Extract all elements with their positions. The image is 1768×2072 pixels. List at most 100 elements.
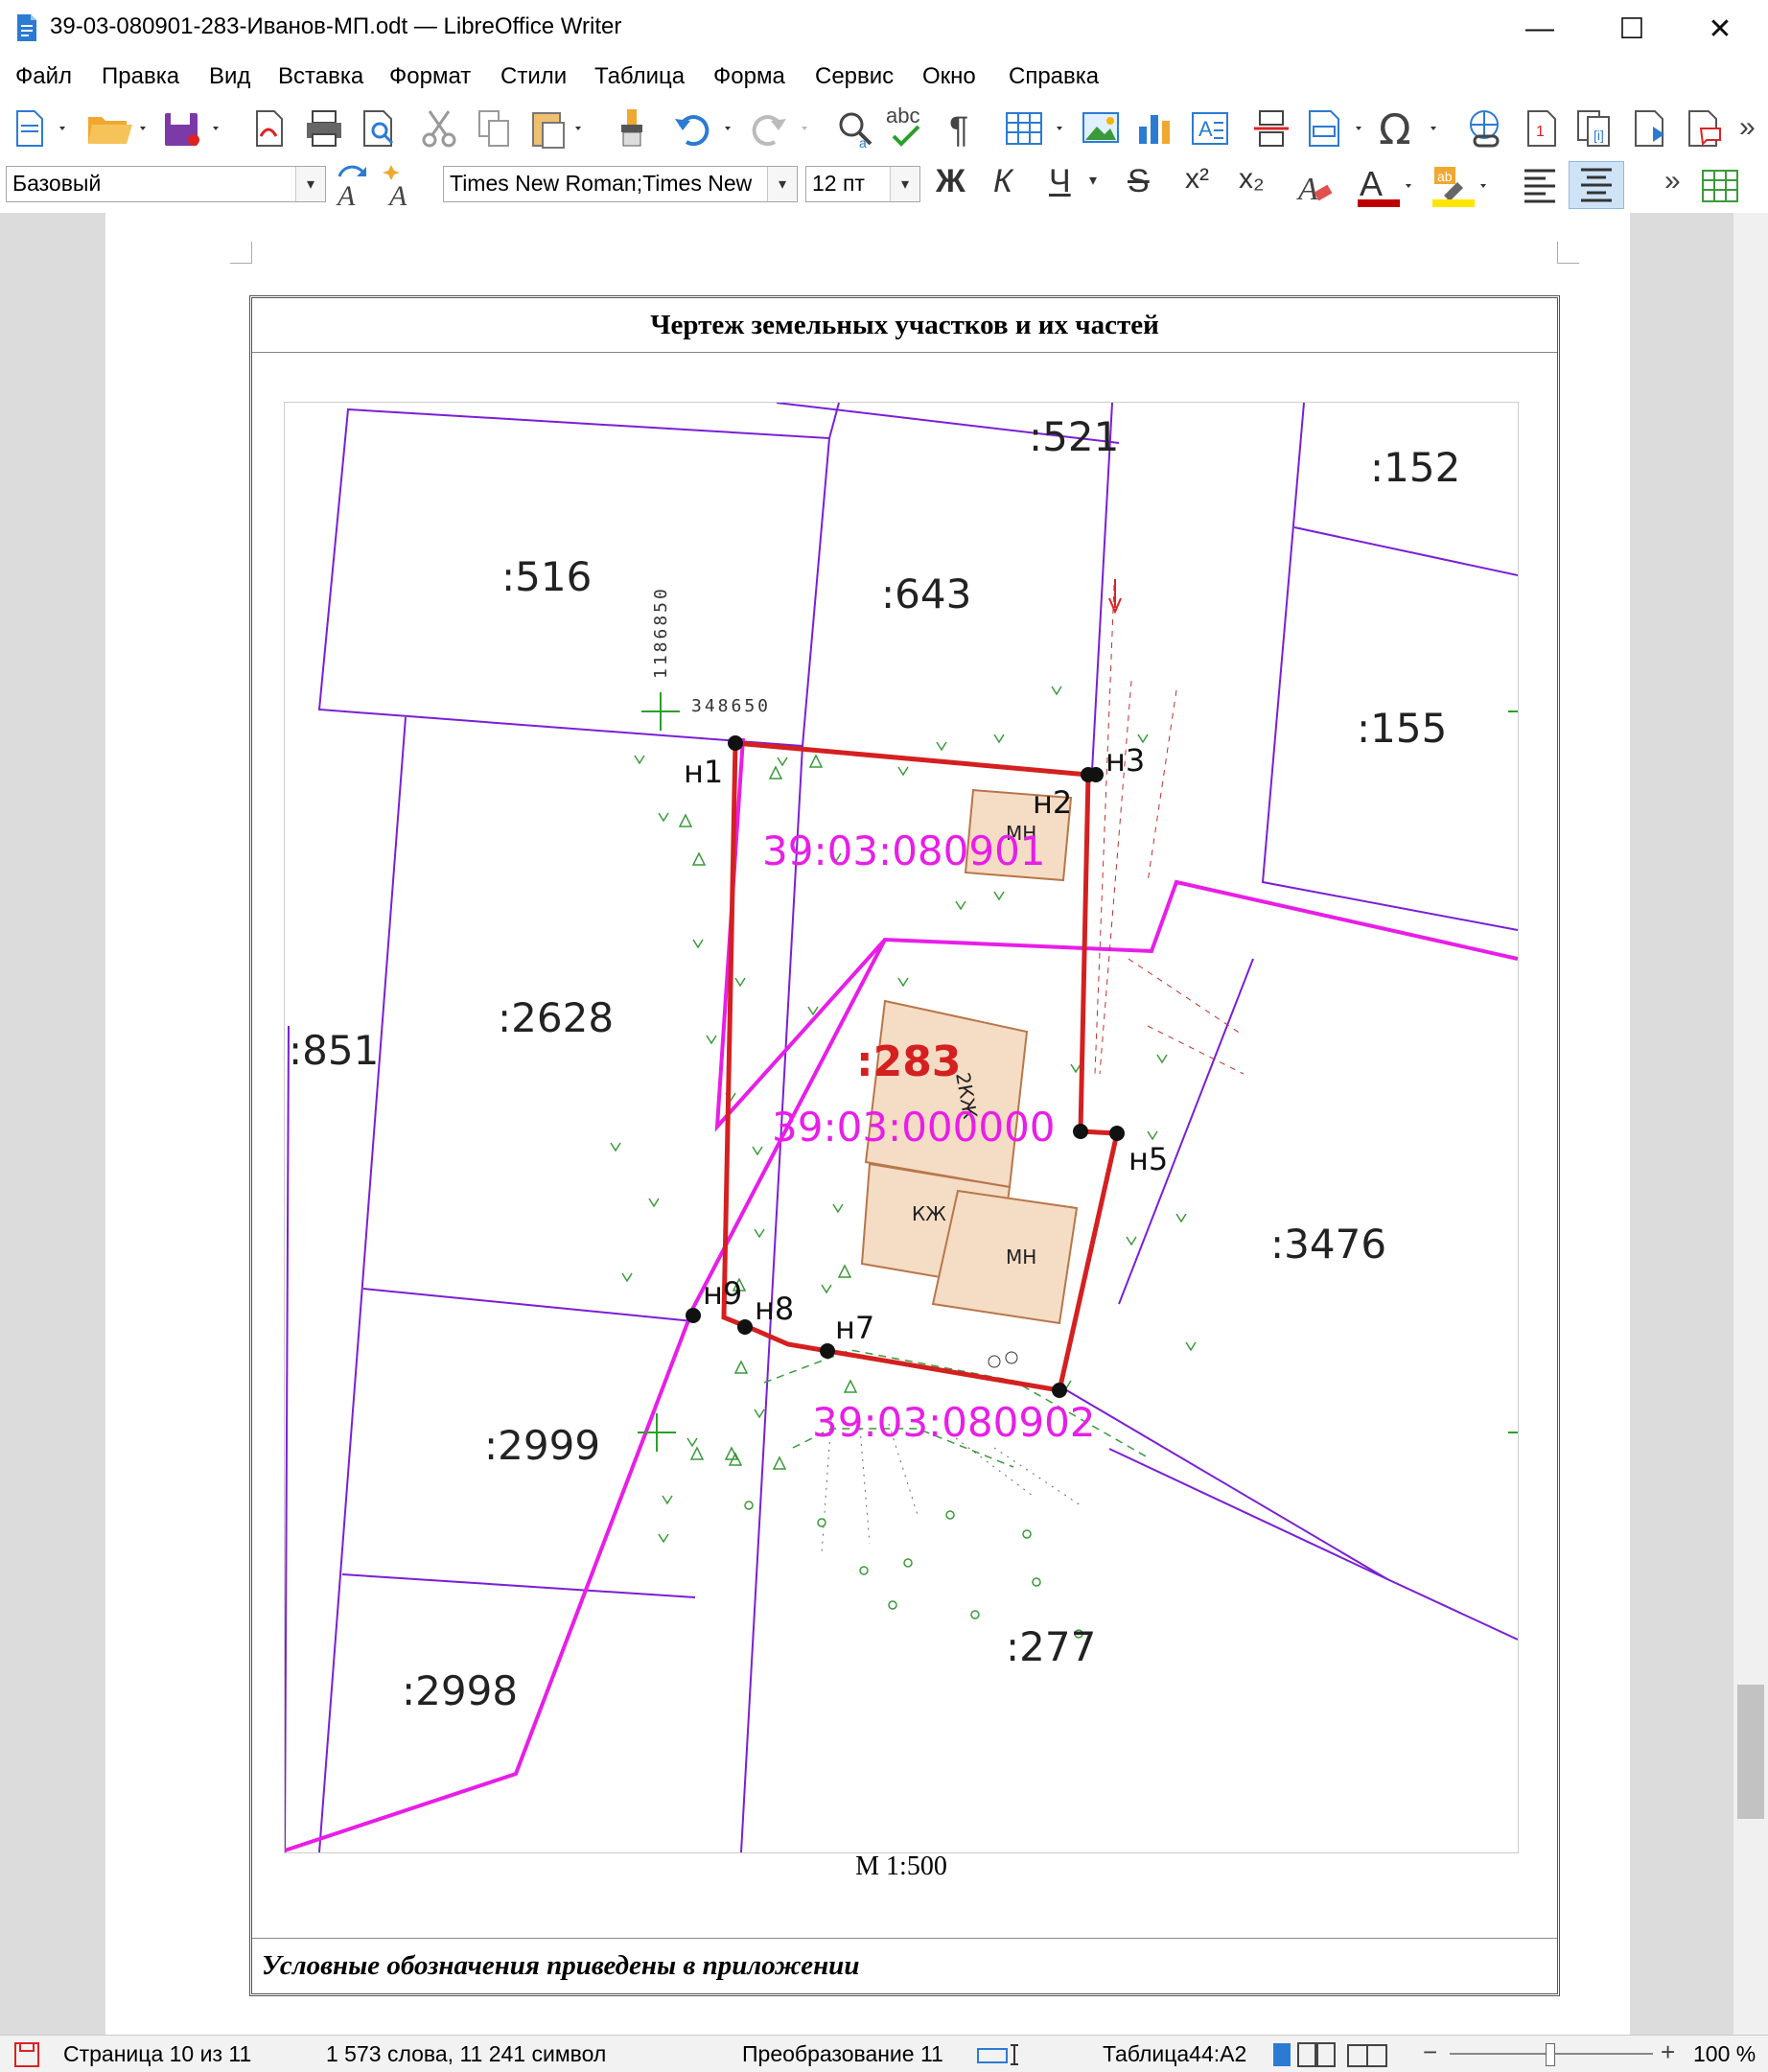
strikethrough-button[interactable]: S <box>1128 163 1150 200</box>
align-center-icon <box>1581 168 1612 202</box>
page-break-icon[interactable] <box>1250 107 1292 150</box>
export-pdf-icon[interactable] <box>251 107 290 150</box>
font-color-icon[interactable]: A <box>1356 163 1419 209</box>
insert-field-icon[interactable] <box>1306 107 1371 150</box>
menu-form[interactable]: Форма <box>713 63 785 90</box>
paste-icon[interactable] <box>529 107 591 150</box>
zoom-in-button[interactable]: + <box>1661 2037 1675 2067</box>
print-icon[interactable] <box>303 107 345 150</box>
undo-icon[interactable] <box>671 107 740 150</box>
save-icon[interactable] <box>161 107 230 150</box>
special-character-icon[interactable]: Ω <box>1377 107 1446 150</box>
word-count[interactable]: 1 573 слова, 11 241 символ <box>326 2041 606 2067</box>
title-bar: 39-03-080901-283-Иванов-МП.odt — LibreOf… <box>0 0 1768 58</box>
parcel-line <box>362 1288 694 1322</box>
chevron-down-icon[interactable]: ▾ <box>890 167 919 201</box>
subscript-button[interactable]: x₂ <box>1239 163 1265 196</box>
boundary-point[interactable] <box>1052 1383 1067 1398</box>
new-style-icon[interactable]: A <box>382 163 424 209</box>
minimize-button[interactable]: — <box>1496 0 1584 58</box>
status-bar: Страница 10 из 11 1 573 слова, 11 241 си… <box>0 2035 1768 2072</box>
copy-icon[interactable] <box>474 107 516 150</box>
boundary-point[interactable] <box>1088 767 1104 782</box>
track-changes-icon[interactable] <box>1630 107 1672 150</box>
toolbar-overflow-icon[interactable]: » <box>1739 111 1756 144</box>
font-size-value: 12 пт <box>812 171 865 196</box>
font-name-box[interactable]: Times New Roman;Times New ▾ <box>443 166 798 202</box>
redo-icon[interactable] <box>748 107 817 150</box>
view-layout-icons[interactable] <box>1271 2041 1396 2068</box>
parcel-label: :2999 <box>484 1422 600 1469</box>
insert-textbox-icon[interactable]: A <box>1189 107 1231 150</box>
highlight-color-icon[interactable]: ab <box>1431 163 1494 209</box>
selection-mode-icon[interactable] <box>976 2043 1026 2066</box>
print-preview-icon[interactable] <box>359 107 401 150</box>
italic-button[interactable]: К <box>993 163 1012 200</box>
zoom-level[interactable]: 100 % <box>1693 2041 1756 2067</box>
align-center-button[interactable] <box>1569 161 1624 209</box>
insert-table-icon[interactable] <box>1003 107 1072 150</box>
cut-icon[interactable] <box>418 107 460 150</box>
boundary-point[interactable] <box>728 735 743 751</box>
close-button[interactable]: ✕ <box>1676 0 1764 58</box>
toolbar-overflow-icon[interactable]: » <box>1664 165 1681 198</box>
zoom-out-button[interactable]: − <box>1423 2037 1437 2067</box>
chevron-down-icon[interactable]: ▾ <box>295 167 325 201</box>
clear-formatting-icon[interactable]: A <box>1294 163 1337 209</box>
update-style-icon[interactable]: A <box>332 163 374 209</box>
chevron-down-icon[interactable]: ▾ <box>767 167 797 201</box>
clone-formatting-icon[interactable] <box>614 107 652 150</box>
maximize-button[interactable]: ☐ <box>1588 0 1676 58</box>
font-size-box[interactable]: 12 пт ▾ <box>805 166 920 202</box>
boundary-point[interactable] <box>1073 1124 1088 1139</box>
building-label: КЖ <box>912 1202 946 1225</box>
comment-icon[interactable] <box>1684 107 1726 150</box>
svg-text:¶: ¶ <box>949 110 968 150</box>
insert-chart-icon[interactable] <box>1133 107 1175 150</box>
menu-help[interactable]: Справка <box>1009 63 1099 90</box>
parcel-label: :851 <box>289 1027 379 1074</box>
boundary-point[interactable] <box>1109 1126 1125 1141</box>
menu-styles[interactable]: Стили <box>500 63 567 90</box>
menu-view[interactable]: Вид <box>209 63 250 90</box>
cadastral-drawing[interactable]: МН 2КЖ КЖ МН 348650 1186850 н1 н2 н3 н5 … <box>284 402 1519 1853</box>
menu-tools[interactable]: Сервис <box>815 63 894 90</box>
chevron-down-icon[interactable]: ▾ <box>1089 171 1097 190</box>
table-cell-position[interactable]: Таблица44:A2 <box>1103 2041 1246 2067</box>
menu-edit[interactable]: Правка <box>102 63 179 90</box>
endnote-icon[interactable]: [i] <box>1574 107 1617 150</box>
insert-table-small-icon[interactable] <box>1699 163 1741 209</box>
menu-format[interactable]: Формат <box>389 63 471 90</box>
menu-insert[interactable]: Вставка <box>278 63 363 90</box>
boundary-point[interactable] <box>686 1308 701 1323</box>
menu-file[interactable]: Файл <box>15 63 72 90</box>
page-count[interactable]: Страница 10 из 11 <box>63 2041 251 2067</box>
find-replace-icon[interactable]: a <box>834 107 880 150</box>
superscript-button[interactable]: x² <box>1185 163 1209 196</box>
underline-button[interactable]: Ч <box>1049 163 1071 200</box>
open-folder-icon[interactable] <box>84 107 153 150</box>
boundary-point[interactable] <box>737 1319 753 1335</box>
tracked-changes-status[interactable]: Преобразование 11 <box>742 2041 943 2067</box>
document-modified-icon[interactable] <box>13 2041 40 2068</box>
align-left-icon[interactable] <box>1519 163 1561 209</box>
scrollbar-thumb[interactable] <box>1737 1685 1764 1819</box>
block-label: 39:03:000000 <box>772 1104 1056 1151</box>
footnote-icon[interactable]: 1 <box>1521 107 1563 150</box>
bold-button[interactable]: Ж <box>936 163 965 200</box>
formatting-marks-icon[interactable]: ¶ <box>943 107 982 150</box>
menu-table[interactable]: Таблица <box>594 63 685 90</box>
well-icon <box>1005 1351 1018 1364</box>
new-document-icon[interactable] <box>13 107 71 150</box>
paragraph-style-box[interactable]: Базовый ▾ <box>6 166 326 202</box>
boundary-point[interactable] <box>820 1343 835 1359</box>
main-parcel-label: :283 <box>856 1037 961 1086</box>
spelling-icon[interactable]: abc <box>884 104 932 150</box>
zoom-slider-thumb[interactable] <box>1546 2043 1555 2066</box>
standard-toolbar: a abc ¶ A Ω 1 [i] » <box>0 98 1768 159</box>
svg-text:abc: abc <box>886 104 919 128</box>
hyperlink-icon[interactable] <box>1465 107 1507 150</box>
insert-image-icon[interactable] <box>1080 107 1122 150</box>
menu-window[interactable]: Окно <box>922 63 976 90</box>
vertical-scrollbar[interactable] <box>1733 213 1768 2035</box>
